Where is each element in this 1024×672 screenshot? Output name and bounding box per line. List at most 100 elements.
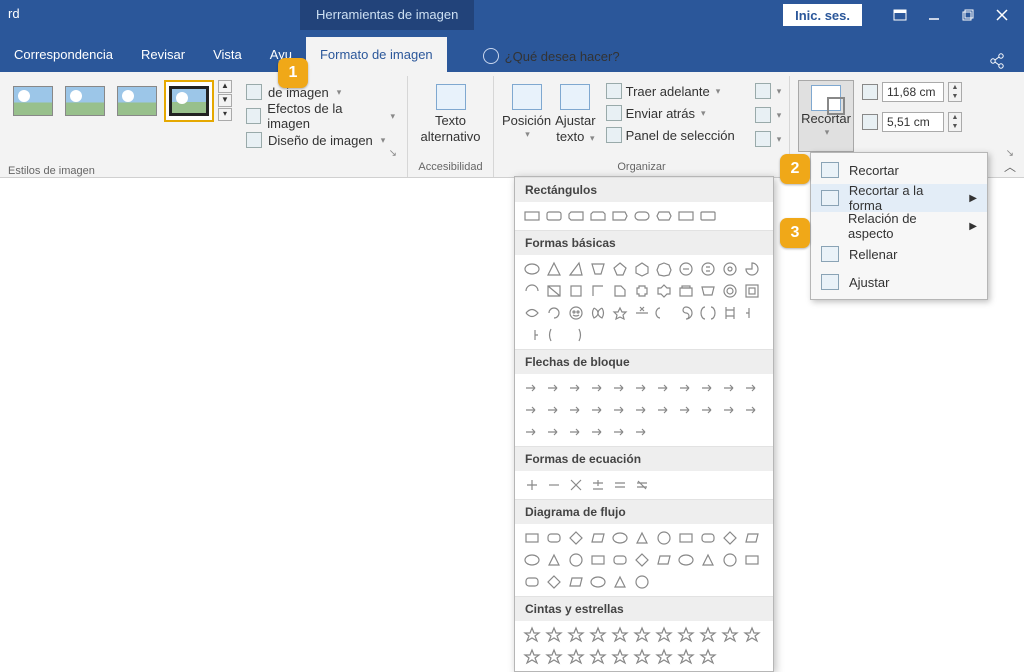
shape-option[interactable] (545, 529, 563, 547)
shape-option[interactable] (545, 282, 563, 300)
shape-option[interactable] (655, 260, 673, 278)
shape-option[interactable] (655, 551, 673, 569)
shape-option[interactable] (611, 379, 629, 397)
shape-option[interactable] (655, 379, 673, 397)
shape-option[interactable] (589, 626, 607, 644)
shape-option[interactable] (611, 207, 629, 225)
shape-option[interactable] (633, 476, 651, 494)
shape-option[interactable] (545, 648, 563, 666)
shape-option[interactable] (567, 573, 585, 591)
shape-option[interactable] (743, 282, 761, 300)
shape-option[interactable] (677, 626, 695, 644)
picture-style-4-selected[interactable] (164, 80, 214, 122)
shape-option[interactable] (633, 551, 651, 569)
shape-option[interactable] (633, 573, 651, 591)
window-close-button[interactable] (986, 4, 1018, 26)
height-spinner[interactable]: ▲▼ (948, 82, 962, 102)
shape-option[interactable] (611, 260, 629, 278)
shape-option[interactable] (589, 304, 607, 322)
group-objects-button[interactable]: ▾ (749, 104, 788, 126)
shape-option[interactable] (545, 207, 563, 225)
shape-option[interactable] (523, 573, 541, 591)
shape-option[interactable] (633, 282, 651, 300)
shape-option[interactable] (567, 304, 585, 322)
shape-option[interactable] (589, 423, 607, 441)
shape-option[interactable] (545, 304, 563, 322)
position-button[interactable]: Posición▾ (502, 80, 551, 152)
shape-option[interactable] (633, 207, 651, 225)
style-gallery-scroll-up[interactable]: ▲ (218, 80, 232, 93)
shape-option[interactable] (545, 260, 563, 278)
shape-option[interactable] (699, 379, 717, 397)
tell-me-search[interactable]: ¿Qué desea hacer? (471, 40, 632, 72)
shape-option[interactable] (743, 626, 761, 644)
shape-option[interactable] (677, 379, 695, 397)
shape-option[interactable] (655, 282, 673, 300)
shape-option[interactable] (545, 573, 563, 591)
shape-option[interactable] (633, 648, 651, 666)
shape-option[interactable] (589, 379, 607, 397)
tab-vista[interactable]: Vista (199, 37, 256, 72)
window-minimize-button[interactable] (918, 4, 950, 26)
picture-effects-button[interactable]: Efectos de la imagen▾ (242, 104, 399, 128)
shape-option[interactable] (721, 401, 739, 419)
tab-correspondencia[interactable]: Correspondencia (0, 37, 127, 72)
shape-option[interactable] (589, 551, 607, 569)
shape-option[interactable] (677, 260, 695, 278)
crop-button[interactable]: Recortar▾ (798, 80, 854, 152)
shape-option[interactable] (633, 304, 651, 322)
style-gallery-scroll-down[interactable]: ▼ (218, 94, 232, 107)
shape-option[interactable] (589, 529, 607, 547)
shape-option[interactable] (589, 207, 607, 225)
shape-option[interactable] (567, 282, 585, 300)
dialog-launcher-icon[interactable]: ↘ (389, 148, 397, 159)
width-input[interactable] (882, 112, 944, 132)
crop-menu-recortar[interactable]: Recortar (811, 156, 987, 184)
shape-option[interactable] (611, 401, 629, 419)
shape-option[interactable] (677, 529, 695, 547)
crop-menu-aspect-ratio[interactable]: Relación de aspecto▶ (811, 212, 987, 240)
shape-option[interactable] (721, 551, 739, 569)
shape-option[interactable] (611, 626, 629, 644)
rotate-button[interactable]: ▾ (749, 128, 788, 150)
sign-in-button[interactable]: Inic. ses. (783, 4, 862, 26)
shape-option[interactable] (589, 648, 607, 666)
wrap-text-button[interactable]: Ajustartexto ▾ (555, 80, 595, 152)
shape-option[interactable] (677, 648, 695, 666)
shape-option[interactable] (743, 401, 761, 419)
picture-style-1[interactable] (8, 80, 58, 122)
shape-option[interactable] (611, 551, 629, 569)
ribbon-display-options-button[interactable] (884, 4, 916, 26)
shape-option[interactable] (721, 304, 739, 322)
shape-option[interactable] (699, 529, 717, 547)
shape-option[interactable] (567, 260, 585, 278)
shape-option[interactable] (743, 379, 761, 397)
bring-forward-button[interactable]: Traer adelante▾ (600, 80, 741, 102)
align-button[interactable]: ▾ (749, 80, 788, 102)
shape-option[interactable] (567, 423, 585, 441)
shape-option[interactable] (589, 401, 607, 419)
shape-option[interactable] (523, 326, 541, 344)
shape-option[interactable] (655, 648, 673, 666)
shape-option[interactable] (567, 626, 585, 644)
shape-option[interactable] (655, 626, 673, 644)
shape-option[interactable] (523, 626, 541, 644)
shape-option[interactable] (677, 207, 695, 225)
shape-option[interactable] (633, 423, 651, 441)
shape-option[interactable] (611, 282, 629, 300)
picture-layout-button[interactable]: Diseño de imagen▾ (242, 128, 399, 152)
shape-option[interactable] (567, 401, 585, 419)
shape-option[interactable] (633, 529, 651, 547)
shape-option[interactable] (743, 260, 761, 278)
shape-option[interactable] (721, 626, 739, 644)
shape-option[interactable] (721, 379, 739, 397)
shape-option[interactable] (633, 260, 651, 278)
shape-option[interactable] (743, 529, 761, 547)
height-input[interactable] (882, 82, 944, 102)
shape-option[interactable] (699, 207, 717, 225)
shape-option[interactable] (567, 379, 585, 397)
shape-option[interactable] (699, 282, 717, 300)
alt-text-button[interactable]: Texto alternativo (421, 80, 481, 152)
shape-option[interactable] (611, 304, 629, 322)
shape-option[interactable] (545, 551, 563, 569)
